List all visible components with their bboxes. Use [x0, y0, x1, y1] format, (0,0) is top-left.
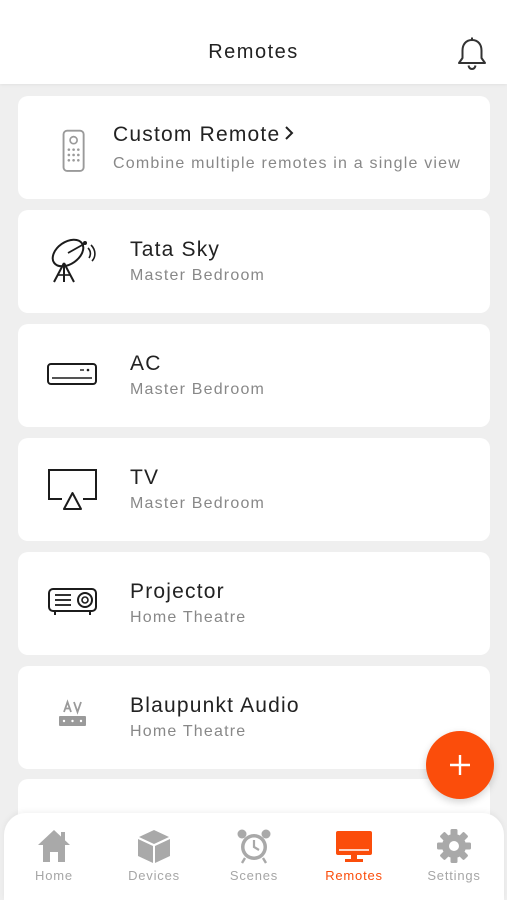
custom-remote-label: Custom Remote	[113, 123, 281, 146]
tab-scenes[interactable]: Scenes	[204, 813, 304, 900]
remote-name: Projector	[130, 580, 225, 603]
remote-name: AC	[130, 352, 162, 375]
projector-icon	[44, 576, 102, 628]
tab-label: Home	[35, 868, 73, 883]
remote-card-blaupunkt-audio[interactable]: Blaupunkt Audio Home Theatre	[18, 666, 490, 769]
page-title: Remotes	[208, 41, 299, 63]
gear-icon	[434, 827, 474, 865]
home-icon	[34, 827, 74, 865]
plus-icon	[450, 755, 470, 775]
remote-name: Blaupunkt Audio	[130, 694, 300, 717]
tab-settings[interactable]: Settings	[404, 813, 504, 900]
cube-icon	[134, 827, 174, 865]
add-remote-button[interactable]	[426, 731, 494, 799]
remote-card-tv[interactable]: TV Master Bedroom	[18, 438, 490, 541]
remote-name: Tata Sky	[130, 238, 221, 261]
custom-remote-title: Custom Remote	[113, 123, 294, 147]
tab-label: Scenes	[229, 868, 279, 883]
remote-room: Master Bedroom	[130, 381, 266, 398]
remote-room: Home Theatre	[130, 609, 247, 626]
satellite-dish-icon	[44, 234, 102, 286]
tab-devices[interactable]: Devices	[104, 813, 204, 900]
remote-card-ac[interactable]: AC Master Bedroom	[18, 324, 490, 427]
chevron-right-icon	[285, 126, 294, 140]
tv-icon	[44, 462, 102, 514]
tab-label: Remotes	[325, 868, 383, 883]
tab-label: Devices	[128, 868, 180, 883]
app-header: Remotes	[0, 0, 507, 84]
remote-card-tata-sky[interactable]: Tata Sky Master Bedroom	[18, 210, 490, 313]
bell-icon[interactable]	[456, 36, 488, 72]
av-receiver-icon	[44, 690, 102, 742]
tab-home[interactable]: Home	[4, 813, 104, 900]
remote-name: TV	[130, 466, 160, 489]
air-conditioner-icon	[44, 348, 102, 400]
custom-remote-subtitle: Combine multiple remotes in a single vie…	[113, 155, 461, 172]
remote-room: Home Theatre	[130, 723, 247, 740]
tab-label: Settings	[427, 868, 481, 883]
custom-remote-card[interactable]: Custom Remote Combine multiple remotes i…	[18, 96, 490, 199]
remote-room: Master Bedroom	[130, 495, 266, 512]
alarm-clock-icon	[234, 827, 274, 865]
remote-card-projector[interactable]: Projector Home Theatre	[18, 552, 490, 655]
remote-room: Master Bedroom	[130, 267, 266, 284]
bottom-tab-bar: Home Devices Scenes Remotes Settings	[4, 813, 504, 900]
remote-control-icon	[44, 126, 85, 172]
monitor-icon	[334, 827, 374, 865]
tab-remotes[interactable]: Remotes	[304, 813, 404, 900]
